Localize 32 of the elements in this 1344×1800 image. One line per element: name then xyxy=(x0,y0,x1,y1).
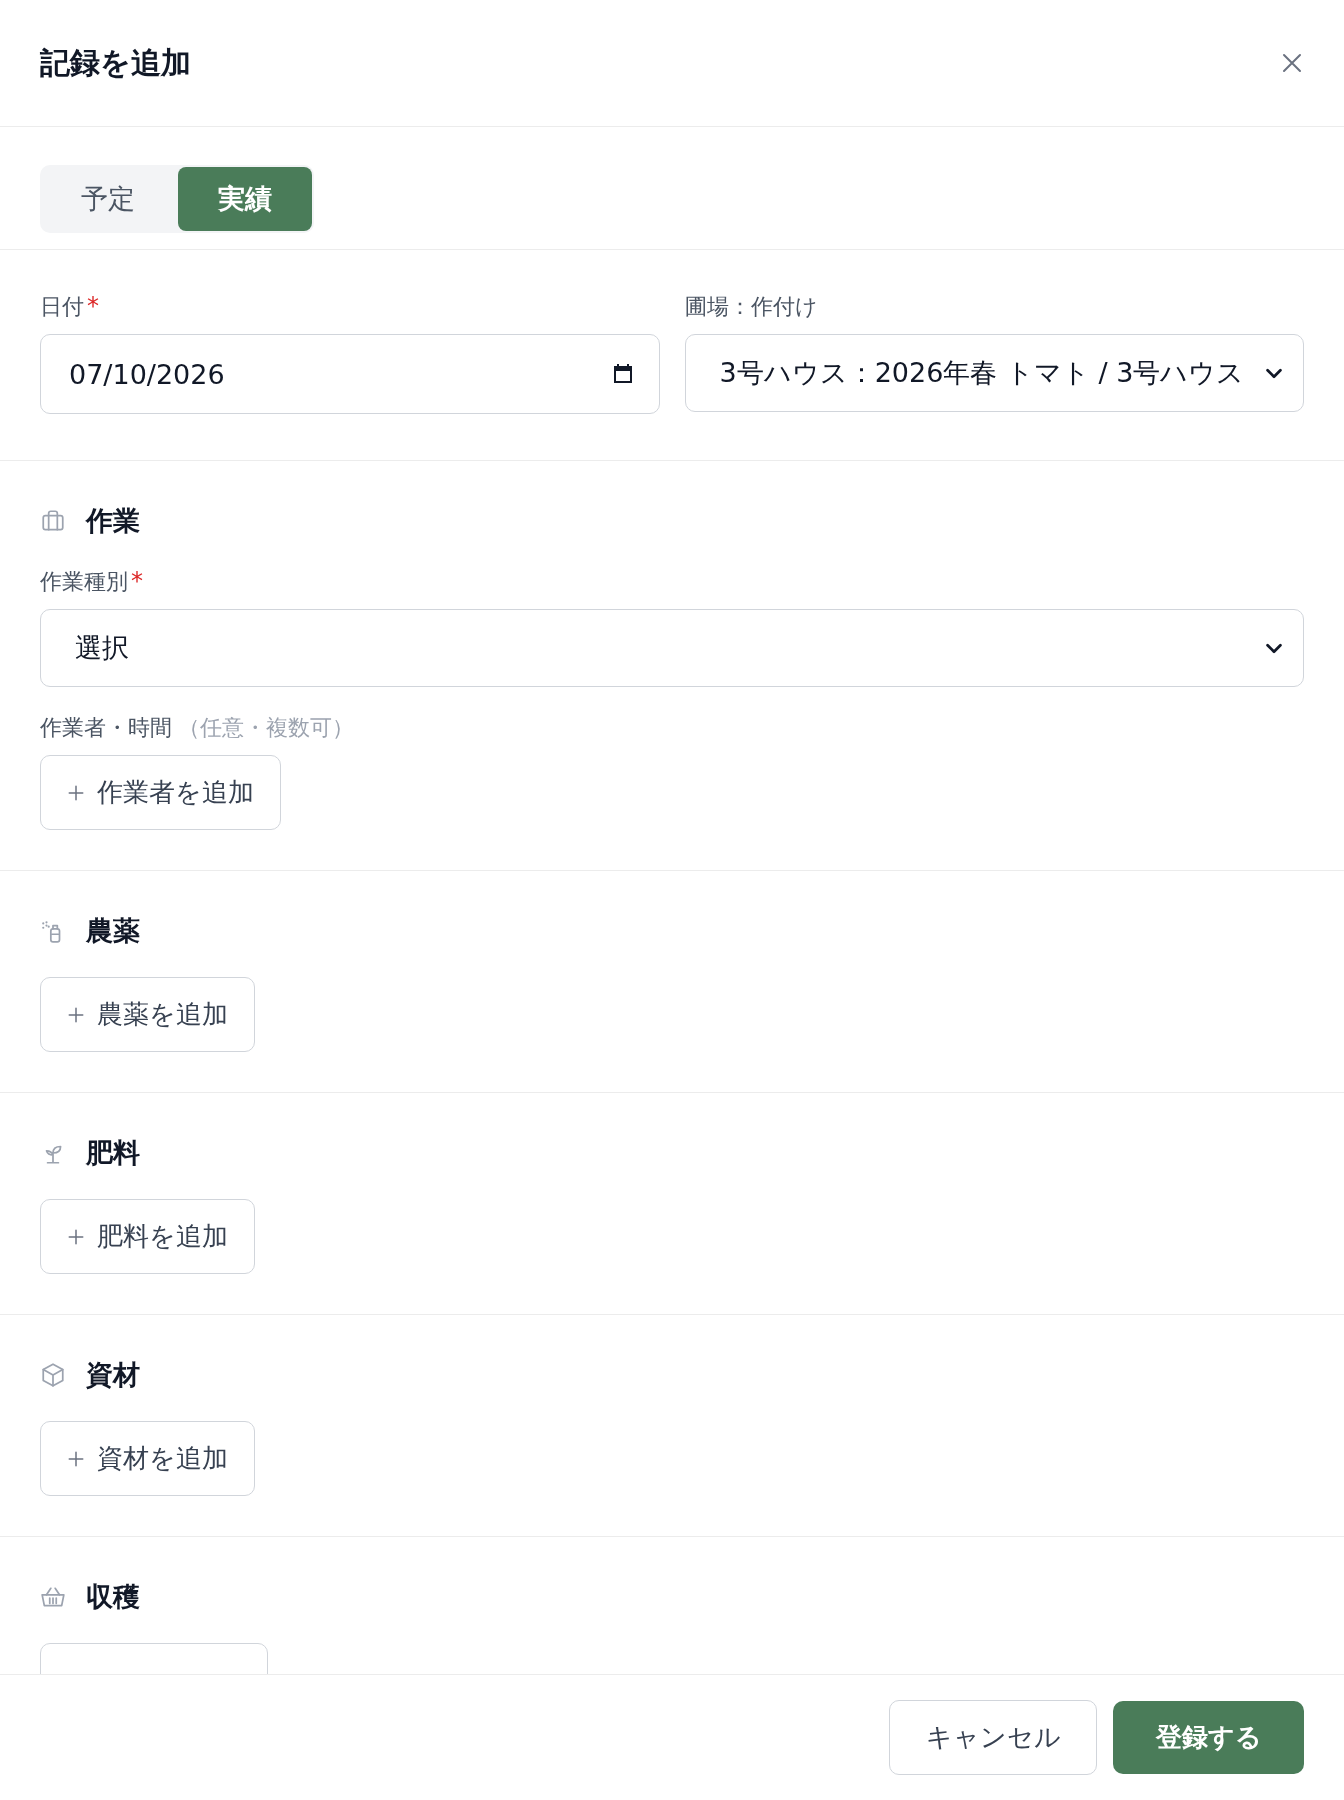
cube-icon xyxy=(40,1362,66,1388)
add-button[interactable]: 肥料を追加 xyxy=(40,1199,255,1274)
select-field[interactable]: 選択 xyxy=(40,609,1304,687)
field-label: 圃場：作付け xyxy=(684,293,818,321)
date-field[interactable]: 07/10/2026 xyxy=(40,334,660,414)
field-label: 作業者・時間 xyxy=(40,714,172,742)
add-button[interactable]: 農薬を追加 xyxy=(40,977,255,1052)
cancel-button[interactable]: キャンセル xyxy=(889,1700,1097,1775)
required-mark: * xyxy=(87,292,99,320)
plus-icon xyxy=(67,1449,85,1468)
briefcase-icon xyxy=(40,508,66,534)
section-title: 作業 xyxy=(86,504,140,538)
required-mark: * xyxy=(131,567,143,595)
hint-text: （任意・複数可） xyxy=(178,714,354,742)
section-title: 農薬 xyxy=(86,914,140,948)
plus-icon xyxy=(67,1227,85,1246)
add-button[interactable]: 作業者を追加 xyxy=(40,755,281,830)
mode-tab[interactable]: 実績 xyxy=(178,167,312,231)
plus-icon xyxy=(67,783,85,802)
field-label: 作業種別 xyxy=(40,568,128,596)
plus-icon xyxy=(67,1005,85,1024)
field-label: 日付 xyxy=(40,293,84,321)
submit-button[interactable]: 登録する xyxy=(1113,1701,1304,1774)
dialog-title: 記録を追加 xyxy=(40,43,191,82)
close-icon[interactable] xyxy=(1280,51,1304,75)
section-title: 収穫 xyxy=(86,1580,140,1614)
section-title: 資材 xyxy=(86,1358,140,1392)
mode-tab[interactable]: 予定 xyxy=(40,165,176,233)
add-button[interactable]: 資材を追加 xyxy=(40,1421,255,1496)
select-field[interactable]: 3号ハウス：2026年春 トマト / 3号ハウス xyxy=(684,334,1304,412)
basket-icon xyxy=(40,1584,66,1610)
section-title: 肥料 xyxy=(86,1136,140,1170)
